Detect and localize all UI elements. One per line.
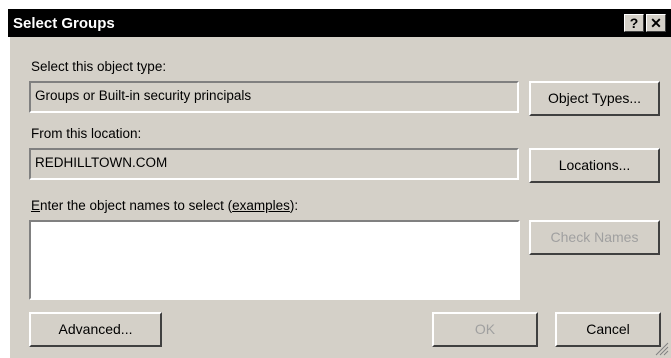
object-names-label-text: nter the object names to select ( — [40, 198, 233, 213]
object-type-label: Select this object type: — [31, 59, 167, 74]
check-names-button[interactable]: Check Names — [529, 220, 660, 255]
locations-button[interactable]: Locations... — [529, 148, 660, 183]
advanced-button[interactable]: Advanced... — [29, 312, 162, 347]
cancel-button[interactable]: Cancel — [555, 312, 661, 347]
examples-link[interactable]: examples — [232, 198, 290, 213]
close-button[interactable]: ✕ — [646, 14, 666, 32]
help-button[interactable]: ? — [624, 14, 644, 32]
dialog-title: Select Groups — [13, 15, 115, 32]
object-names-input[interactable] — [29, 220, 520, 300]
ok-button[interactable]: OK — [432, 312, 538, 347]
resize-grip-icon[interactable] — [653, 340, 669, 356]
object-names-label-suffix: ): — [289, 198, 299, 213]
location-field: REDHILLTOWN.COM — [29, 148, 519, 180]
object-types-button[interactable]: Object Types... — [529, 81, 660, 116]
object-names-label: Enter the object names to select (exampl… — [31, 198, 298, 213]
close-icon: ✕ — [650, 15, 662, 31]
location-label: From this location: — [31, 126, 142, 141]
object-names-label-mnemonic: E — [31, 198, 41, 213]
object-type-field: Groups or Built-in security principals — [29, 81, 519, 113]
help-icon: ? — [629, 15, 639, 31]
